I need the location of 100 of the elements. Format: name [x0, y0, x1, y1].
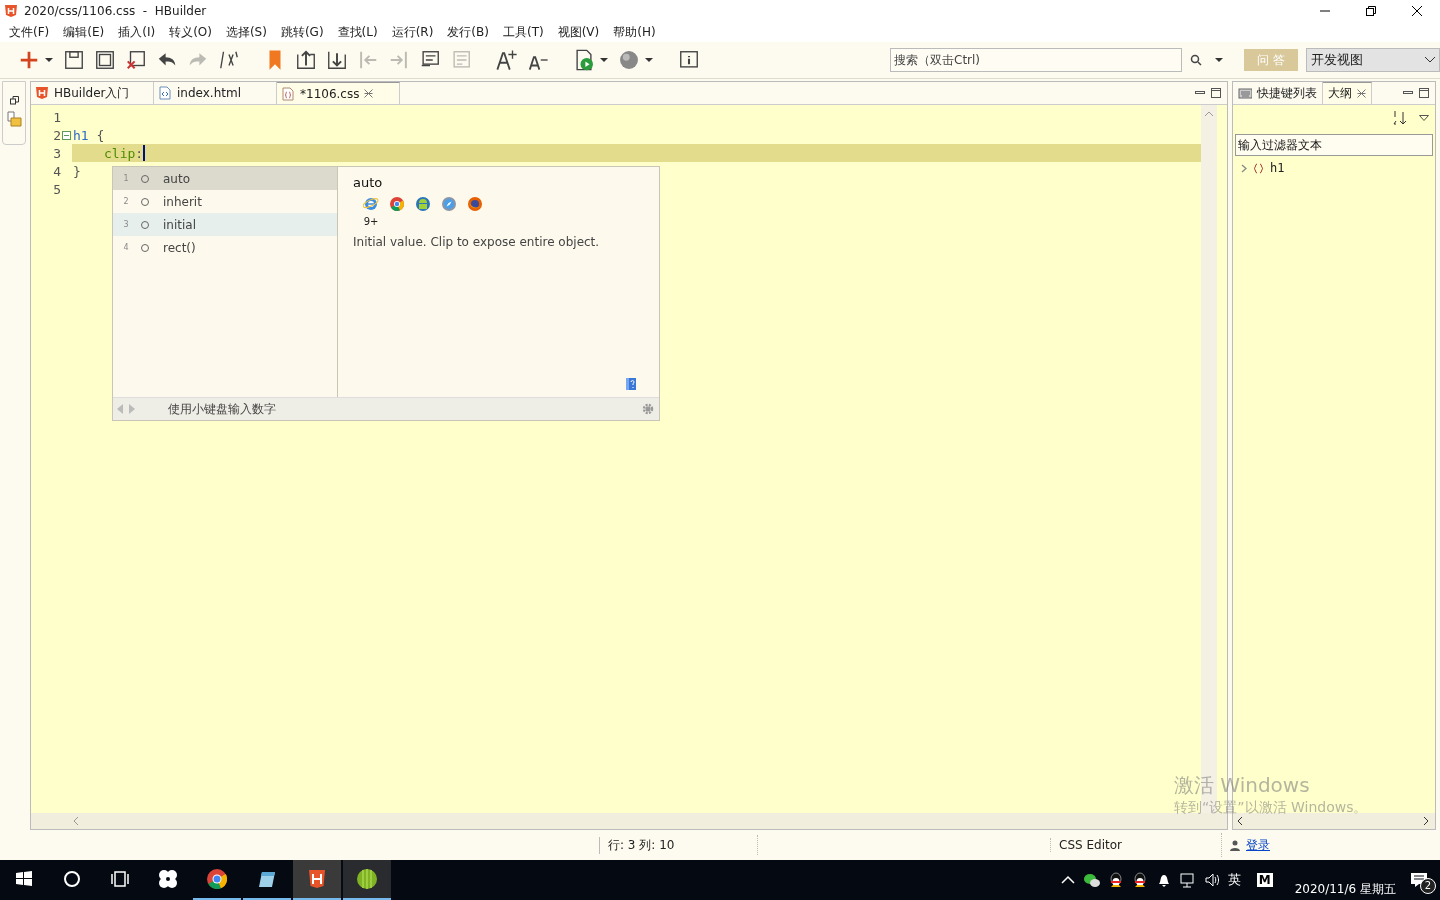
format-icon[interactable]: [218, 49, 240, 71]
e-globe-icon: [363, 196, 379, 212]
detail-title: auto: [353, 175, 384, 190]
code-line: h1 {: [72, 126, 105, 144]
item-number: 4: [122, 243, 130, 252]
suggestion-item[interactable]: 3 initial: [113, 213, 337, 236]
files-folder-icon[interactable]: [6, 111, 22, 127]
login-link[interactable]: 登录: [1246, 836, 1270, 854]
search-field[interactable]: 搜索（双击Ctrl): [890, 48, 1182, 72]
line-number: 4: [52, 163, 62, 179]
hint-text: 使用小键盘输入数字: [167, 400, 277, 418]
menu-item[interactable]: 跳转(G): [273, 23, 331, 41]
search-icon[interactable]: [1190, 54, 1202, 66]
caret-icon[interactable]: [1214, 55, 1224, 65]
file-up-arrow-icon[interactable]: [295, 49, 317, 71]
penguin-icon[interactable]: [1131, 872, 1148, 888]
menu-item[interactable]: 文件(F): [2, 23, 57, 41]
filter-field[interactable]: 输入过滤器文本: [1235, 134, 1433, 156]
view-menu-icon[interactable]: [1419, 115, 1429, 121]
item-number: 3: [122, 220, 130, 229]
striped-ball-icon: [357, 869, 377, 889]
wheel-icon: [389, 196, 405, 212]
window-title: 2020/css/1106.css - HBuilder: [24, 4, 208, 18]
braces-file-icon: [281, 86, 295, 101]
menu-item[interactable]: 工具(T): [495, 23, 551, 41]
run-page-icon[interactable]: [573, 49, 595, 71]
item-number: 1: [122, 174, 130, 183]
browser-version: 9+: [363, 216, 379, 227]
chevron-down-icon[interactable]: [1425, 57, 1435, 63]
code-line: }: [72, 162, 81, 180]
hbuilder-icon: [4, 3, 18, 19]
save-all-icon[interactable]: [94, 49, 116, 71]
pinwheel-icon: [158, 869, 178, 889]
cursor-position: 行: 3 列: 10: [599, 836, 757, 854]
maximize-icon[interactable]: [1419, 88, 1429, 98]
keyboard-icon: [1238, 86, 1252, 100]
menu-item[interactable]: 发行(B): [440, 23, 496, 41]
code-file-icon: [158, 86, 172, 100]
tab[interactable]: 大纲: [1323, 82, 1372, 104]
sort-icon[interactable]: [1393, 111, 1407, 125]
maximize-icon[interactable]: [1211, 88, 1221, 98]
line-number: 1: [52, 109, 62, 125]
menu-item[interactable]: 编辑(E): [56, 23, 112, 41]
menu-item[interactable]: 查找(L): [330, 23, 385, 41]
restore-icon[interactable]: [9, 96, 19, 105]
penguin-icon[interactable]: [1107, 872, 1124, 888]
tab[interactable]: *1106.css: [277, 82, 400, 104]
close-file-icon[interactable]: [125, 49, 147, 71]
help-book-icon[interactable]: [625, 377, 637, 391]
editor-type: CSS Editor: [1050, 838, 1221, 852]
menu-item[interactable]: 选择(S): [218, 23, 274, 41]
hbuilder-taskbar-button[interactable]: [293, 860, 341, 900]
file-down-arrow-icon[interactable]: [326, 49, 348, 71]
fold-toggle-icon[interactable]: [62, 130, 71, 140]
suggestion-item[interactable]: 2 inherit: [113, 190, 337, 213]
volume-icon[interactable]: [1203, 872, 1220, 888]
striped-ball-taskbar-button[interactable]: [343, 860, 391, 900]
hbuilder-icon: [307, 869, 327, 889]
item-number: 2: [122, 197, 130, 206]
chrome-icon: [207, 869, 227, 889]
notification-count: 2: [1420, 878, 1436, 894]
save-icon[interactable]: [63, 49, 85, 71]
task-view-icon: [110, 869, 130, 889]
menu-item[interactable]: 视图(V): [550, 23, 607, 41]
menu-item[interactable]: 帮助(H): [606, 23, 663, 41]
restore-icon[interactable]: [1366, 6, 1376, 16]
input-mode[interactable]: M: [1256, 873, 1273, 887]
suggestion-item[interactable]: 4 rect(): [113, 236, 337, 259]
scroll-left-icon[interactable]: [1237, 817, 1242, 825]
info-icon[interactable]: [678, 49, 700, 71]
horizontal-scrollbar[interactable]: [31, 813, 1227, 829]
chat-bubbles-icon[interactable]: [1083, 872, 1100, 888]
menu-item[interactable]: 插入(I): [111, 23, 163, 41]
perspective-dropdown[interactable]: 开发视图: [1306, 48, 1440, 72]
line-number: 2: [52, 127, 62, 143]
scroll-right-icon[interactable]: [1424, 817, 1429, 825]
plus-icon[interactable]: [18, 49, 40, 71]
clock-date[interactable]: 2020/11/6 星期五: [1278, 860, 1410, 900]
fox-icon: [467, 196, 483, 212]
detail-description: Initial value. Clip to expose entire object.: [353, 235, 601, 249]
hbuilder-icon: [35, 86, 49, 100]
user-icon: [1230, 839, 1240, 851]
horizontal-scrollbar[interactable]: [1233, 813, 1435, 829]
line-number: 3: [52, 145, 62, 161]
close-icon[interactable]: [1412, 6, 1422, 16]
notepad-icon: [257, 869, 277, 889]
text-cursor: [143, 145, 146, 161]
input-language[interactable]: 英: [1227, 871, 1241, 889]
start-icon: [14, 869, 34, 889]
menu-item[interactable]: 运行(R): [384, 23, 441, 41]
line-number: 5: [52, 181, 62, 197]
menu-item[interactable]: 转义(O): [162, 23, 219, 41]
compass-icon: [441, 196, 457, 212]
robot-icon: [415, 196, 431, 212]
suggestion-item[interactable]: 1 auto: [113, 167, 337, 190]
outline-item[interactable]: h1: [1270, 161, 1285, 175]
network-icon[interactable]: [1179, 872, 1196, 888]
braces-icon: [1253, 162, 1264, 174]
font-bigger-icon[interactable]: [496, 49, 518, 71]
search-icon: [62, 869, 82, 889]
